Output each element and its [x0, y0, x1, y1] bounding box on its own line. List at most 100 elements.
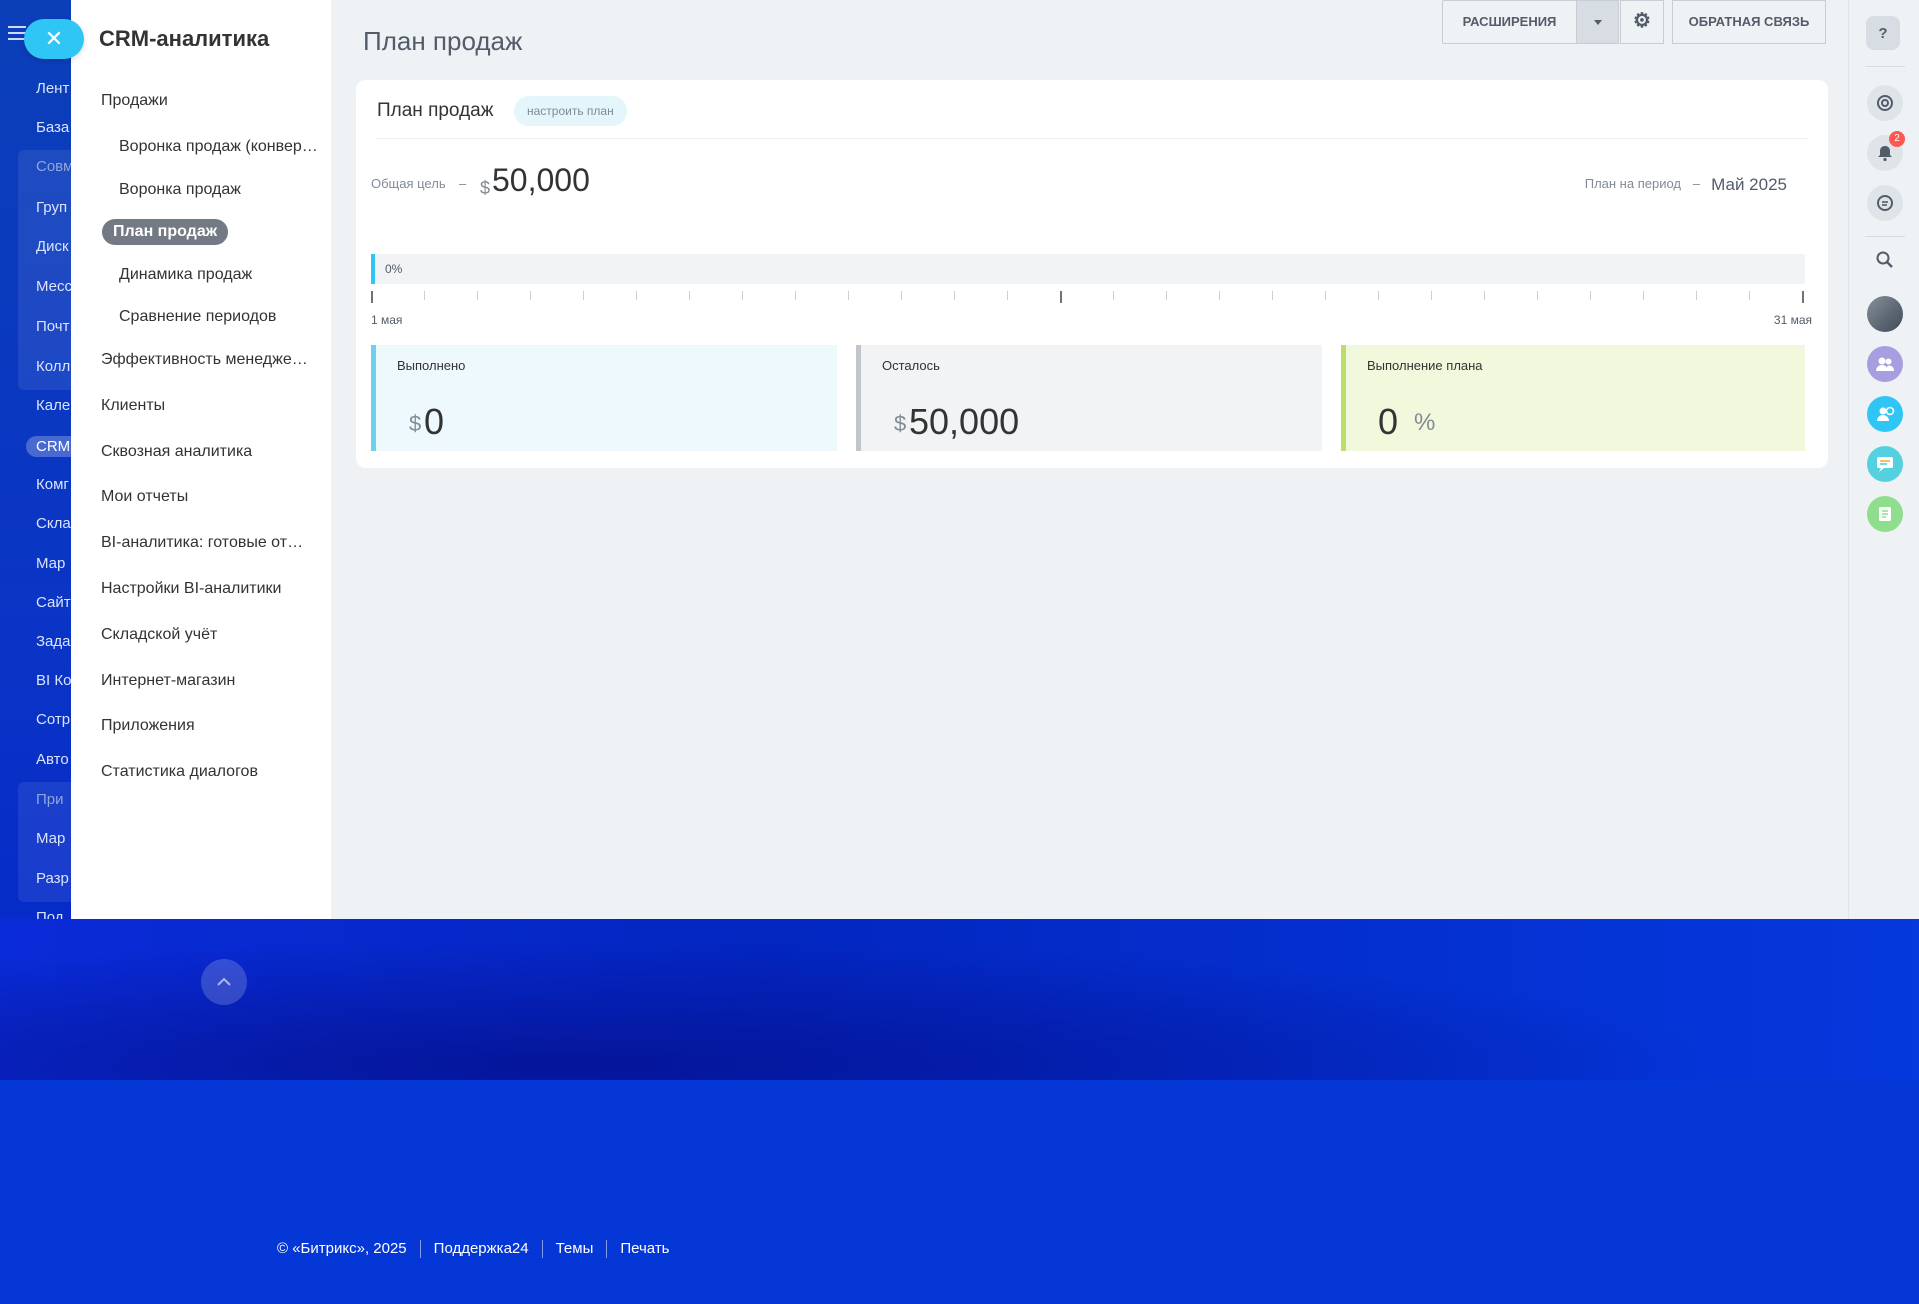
main-menu-item[interactable]: Диск	[36, 238, 69, 255]
main-menu-item[interactable]: База	[36, 119, 69, 136]
nav-item-manager-efficiency[interactable]: Эффективность менеджеров	[101, 351, 311, 369]
nav-item-sales-dynamics[interactable]: Динамика продаж	[119, 266, 319, 284]
close-slider-button[interactable]: ✕	[24, 19, 84, 59]
extensions-dropdown-button[interactable]	[1577, 0, 1619, 44]
user-avatar[interactable]	[1867, 296, 1903, 332]
search-button[interactable]	[1867, 242, 1903, 278]
stat-plan-unit: %	[1414, 409, 1436, 436]
day-tick	[1113, 291, 1114, 300]
day-tick	[583, 291, 584, 300]
close-icon: ✕	[44, 26, 64, 51]
chevron-up-icon	[217, 977, 231, 986]
nav-item-end-to-end-analytics[interactable]: Сквозная аналитика	[101, 443, 311, 461]
day-tick	[1749, 291, 1750, 300]
document-icon	[1879, 507, 1891, 521]
nav-item-my-reports[interactable]: Мои отчеты	[101, 488, 311, 506]
main-menu-item[interactable]: Авто	[36, 751, 69, 768]
messages-button[interactable]	[1867, 185, 1903, 221]
contact-center-button[interactable]	[1867, 396, 1903, 432]
period-end-label: 31 мая	[1773, 313, 1812, 327]
nav-item-dialog-statistics[interactable]: Статистика диалогов	[101, 763, 311, 781]
users-icon	[1876, 357, 1894, 371]
stat-plan-value: 0	[1378, 401, 1399, 442]
nav-item-sales[interactable]: Продажи	[101, 92, 311, 110]
day-tick	[371, 291, 373, 303]
main-menu-item[interactable]: Разр	[36, 870, 69, 887]
feedback-button[interactable]: ОБРАТНАЯ СВЯЗЬ	[1672, 0, 1826, 44]
extensions-button[interactable]: РАСШИРЕНИЯ	[1442, 0, 1577, 44]
group-chat-button[interactable]	[1867, 346, 1903, 382]
day-tick	[795, 291, 796, 300]
settings-button[interactable]: ⚙	[1620, 0, 1664, 44]
main-menu-item[interactable]: Под	[36, 909, 64, 919]
sales-plan-card: План продаж настроить план Общая цель – …	[356, 80, 1828, 468]
day-tick	[1484, 291, 1485, 300]
main-menu-item[interactable]: При	[36, 791, 64, 808]
main-menu-item[interactable]: Комг	[36, 476, 69, 493]
day-tick	[1537, 291, 1538, 300]
stat-plan-completion: Выполнение плана 0 %	[1341, 345, 1805, 451]
day-tick	[1166, 291, 1167, 300]
main-menu-item[interactable]: Зада	[36, 633, 71, 650]
day-tick	[424, 291, 425, 300]
nav-item-clients[interactable]: Клиенты	[101, 397, 311, 415]
main-menu-item[interactable]: Совм	[36, 158, 72, 175]
main-menu-item[interactable]: Мар	[36, 555, 65, 572]
scroll-up-button[interactable]	[201, 959, 247, 1005]
nav-item-sales-funnel[interactable]: Воронка продаж	[119, 181, 319, 199]
notifications-button[interactable]: 2	[1867, 131, 1905, 171]
nav-item-online-store[interactable]: Интернет-магазин	[101, 672, 311, 690]
stat-plan-label: Выполнение плана	[1367, 358, 1483, 373]
stat-remaining-value: 50,000	[909, 401, 1020, 442]
day-tick	[1378, 291, 1379, 300]
footer-themes-link[interactable]: Темы	[541, 1240, 607, 1258]
gear-icon: ⚙	[1633, 10, 1651, 32]
main-menu-item[interactable]: Кале	[36, 397, 70, 414]
plan-progress-bar: 0%	[371, 254, 1805, 284]
nav-item-inventory[interactable]: Складской учёт	[101, 626, 311, 644]
divider	[1865, 66, 1905, 67]
day-tick	[848, 291, 849, 300]
main-menu-item[interactable]: Сотр	[36, 711, 70, 728]
footer-copyright: © «Битрикс», 2025	[277, 1240, 407, 1257]
day-tick	[1802, 291, 1804, 303]
help-button[interactable]: ?	[1866, 16, 1900, 50]
menu-group-collab	[18, 150, 72, 390]
analytics-sidebar: CRM-аналитика Продажи Воронка продаж (ко…	[71, 0, 331, 919]
nav-item-applications[interactable]: Приложения	[101, 717, 311, 735]
main-menu-item[interactable]: Мар	[36, 830, 65, 847]
day-tick	[1431, 291, 1432, 300]
main-menu-item[interactable]: Скла	[36, 515, 71, 532]
goal-dash: –	[459, 176, 467, 191]
day-tick	[1007, 291, 1008, 300]
configure-plan-button[interactable]: настроить план	[514, 96, 627, 126]
progress-percent-label: 0%	[385, 262, 403, 276]
main-menu-item[interactable]: BI Ко	[36, 672, 71, 689]
main-menu-item[interactable]: Груп	[36, 199, 67, 216]
nav-item-sales-funnel-conversion[interactable]: Воронка продаж (конверсия)	[119, 138, 319, 156]
main-menu-item[interactable]: CRM	[26, 436, 72, 457]
nav-item-sales-plan[interactable]: План продаж	[102, 219, 229, 245]
nav-item-bi-settings[interactable]: Настройки BI-аналитики	[101, 580, 311, 598]
copilot-button[interactable]	[1867, 85, 1903, 121]
day-tick	[1590, 291, 1591, 300]
footer-print-link[interactable]: Печать	[606, 1240, 682, 1258]
period-value[interactable]: Май 2025	[1711, 175, 1787, 195]
divider	[375, 138, 1809, 139]
stat-done-label: Выполнено	[397, 358, 466, 373]
main-menu-item[interactable]: Сайт	[36, 594, 71, 611]
day-tick	[636, 291, 637, 300]
stat-remaining: Осталось $ 50,000	[856, 345, 1322, 451]
news-button[interactable]	[1867, 496, 1903, 532]
nav-item-period-comparison[interactable]: Сравнение периодов	[119, 308, 319, 326]
main-menu-item[interactable]: Почт	[36, 318, 69, 335]
day-tick	[1219, 291, 1220, 300]
main-menu-item[interactable]: Месс	[36, 278, 72, 295]
footer-support-link[interactable]: Поддержка24	[419, 1240, 542, 1258]
main-menu-item[interactable]: Колл	[36, 358, 70, 375]
nav-item-bi-reports[interactable]: BI-аналитика: готовые отчеты	[101, 534, 311, 552]
open-lines-button[interactable]	[1867, 446, 1903, 482]
stat-remaining-label: Осталось	[882, 358, 940, 373]
progress-fill	[371, 254, 375, 284]
main-menu-item[interactable]: Лент	[36, 80, 69, 97]
